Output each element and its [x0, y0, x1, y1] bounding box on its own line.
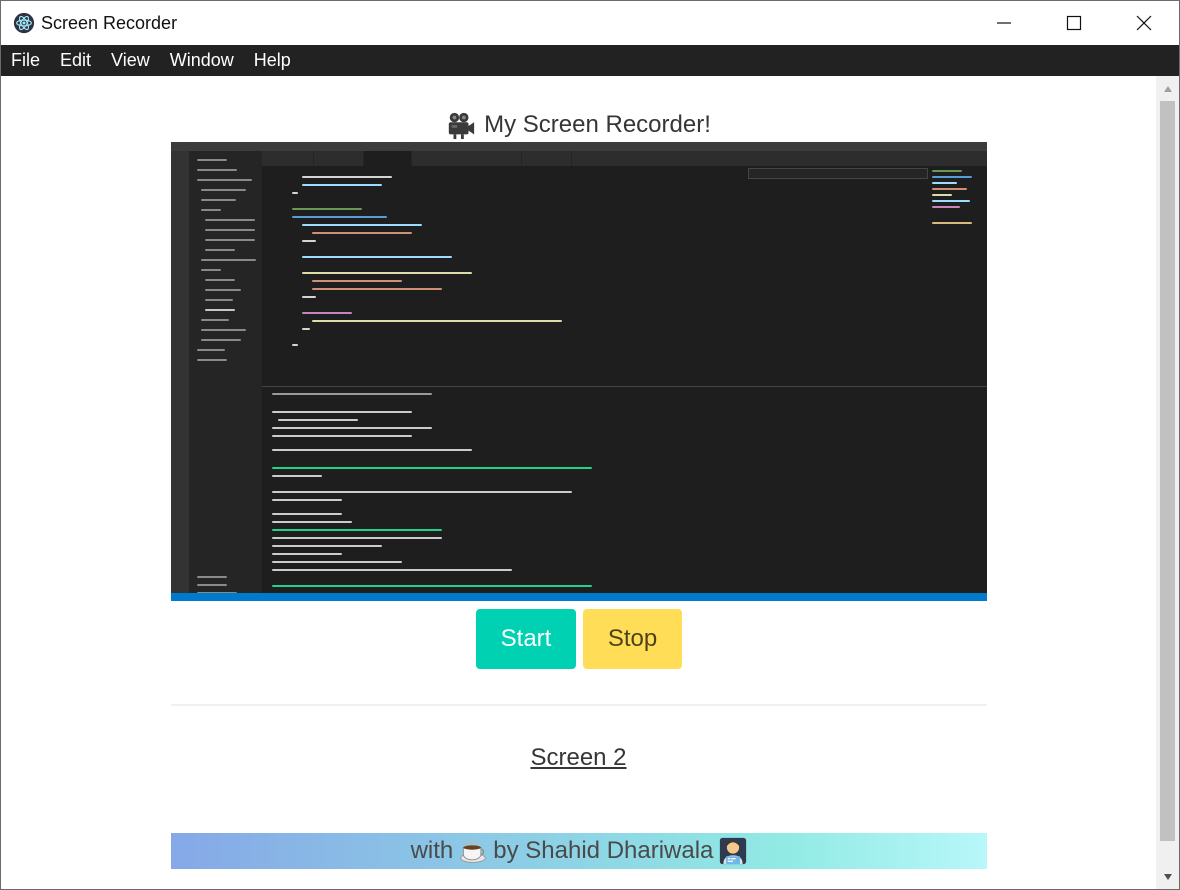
- scroll-thumb[interactable]: [1160, 101, 1175, 841]
- scroll-down-button[interactable]: [1156, 866, 1179, 888]
- preview-minimap: [932, 166, 977, 246]
- footer-credit: with by Shahid Dhariwala: [171, 833, 987, 869]
- start-button[interactable]: Start: [476, 609, 576, 669]
- video-preview: [171, 142, 987, 601]
- preview-statusbar: [171, 593, 987, 601]
- title-bar: Screen Recorder: [1, 1, 1179, 45]
- minimize-icon: [997, 22, 1011, 24]
- preview-explorer: [189, 151, 262, 594]
- close-icon: [1136, 15, 1152, 31]
- main-content: My Screen Recorder! Start Stop Screen 2 …: [1, 76, 1156, 889]
- maximize-icon: [1066, 15, 1082, 31]
- app-window: Screen Recorder File Edit View Window He…: [0, 0, 1180, 890]
- preview-terminal: [262, 386, 987, 593]
- maximize-button[interactable]: [1039, 1, 1109, 45]
- close-button[interactable]: [1109, 1, 1179, 45]
- footer-credit-text: by Shahid Dhariwala: [493, 837, 714, 864]
- preview-titlebar: [171, 142, 987, 151]
- menu-help[interactable]: Help: [244, 45, 301, 76]
- page-title-text: My Screen Recorder!: [484, 111, 711, 138]
- preview-tabs: [262, 151, 987, 166]
- menu-view[interactable]: View: [101, 45, 160, 76]
- menu-file[interactable]: File: [1, 45, 50, 76]
- preview-editor: [262, 166, 987, 386]
- movie-camera-icon: [448, 112, 475, 140]
- window-controls: [969, 1, 1179, 45]
- electron-atom-icon: [13, 12, 35, 34]
- developer-icon: [720, 837, 747, 865]
- page-title: My Screen Recorder!: [1, 110, 1156, 140]
- window-title: Screen Recorder: [41, 12, 178, 33]
- screen-2-link[interactable]: Screen 2: [1, 744, 1156, 772]
- scroll-up-button[interactable]: [1156, 78, 1179, 100]
- footer-prefix: with: [410, 837, 454, 864]
- minimize-button[interactable]: [969, 1, 1039, 45]
- chevron-down-icon: [1163, 874, 1172, 880]
- menu-edit[interactable]: Edit: [50, 45, 101, 76]
- stop-button[interactable]: Stop: [583, 609, 682, 669]
- coffee-icon: [460, 839, 486, 863]
- preview-activity-bar: [171, 151, 189, 593]
- menu-bar: File Edit View Window Help: [1, 45, 1179, 76]
- divider: [171, 704, 987, 706]
- vertical-scrollbar[interactable]: [1156, 76, 1179, 889]
- chevron-up-icon: [1163, 86, 1172, 92]
- menu-window[interactable]: Window: [160, 45, 244, 76]
